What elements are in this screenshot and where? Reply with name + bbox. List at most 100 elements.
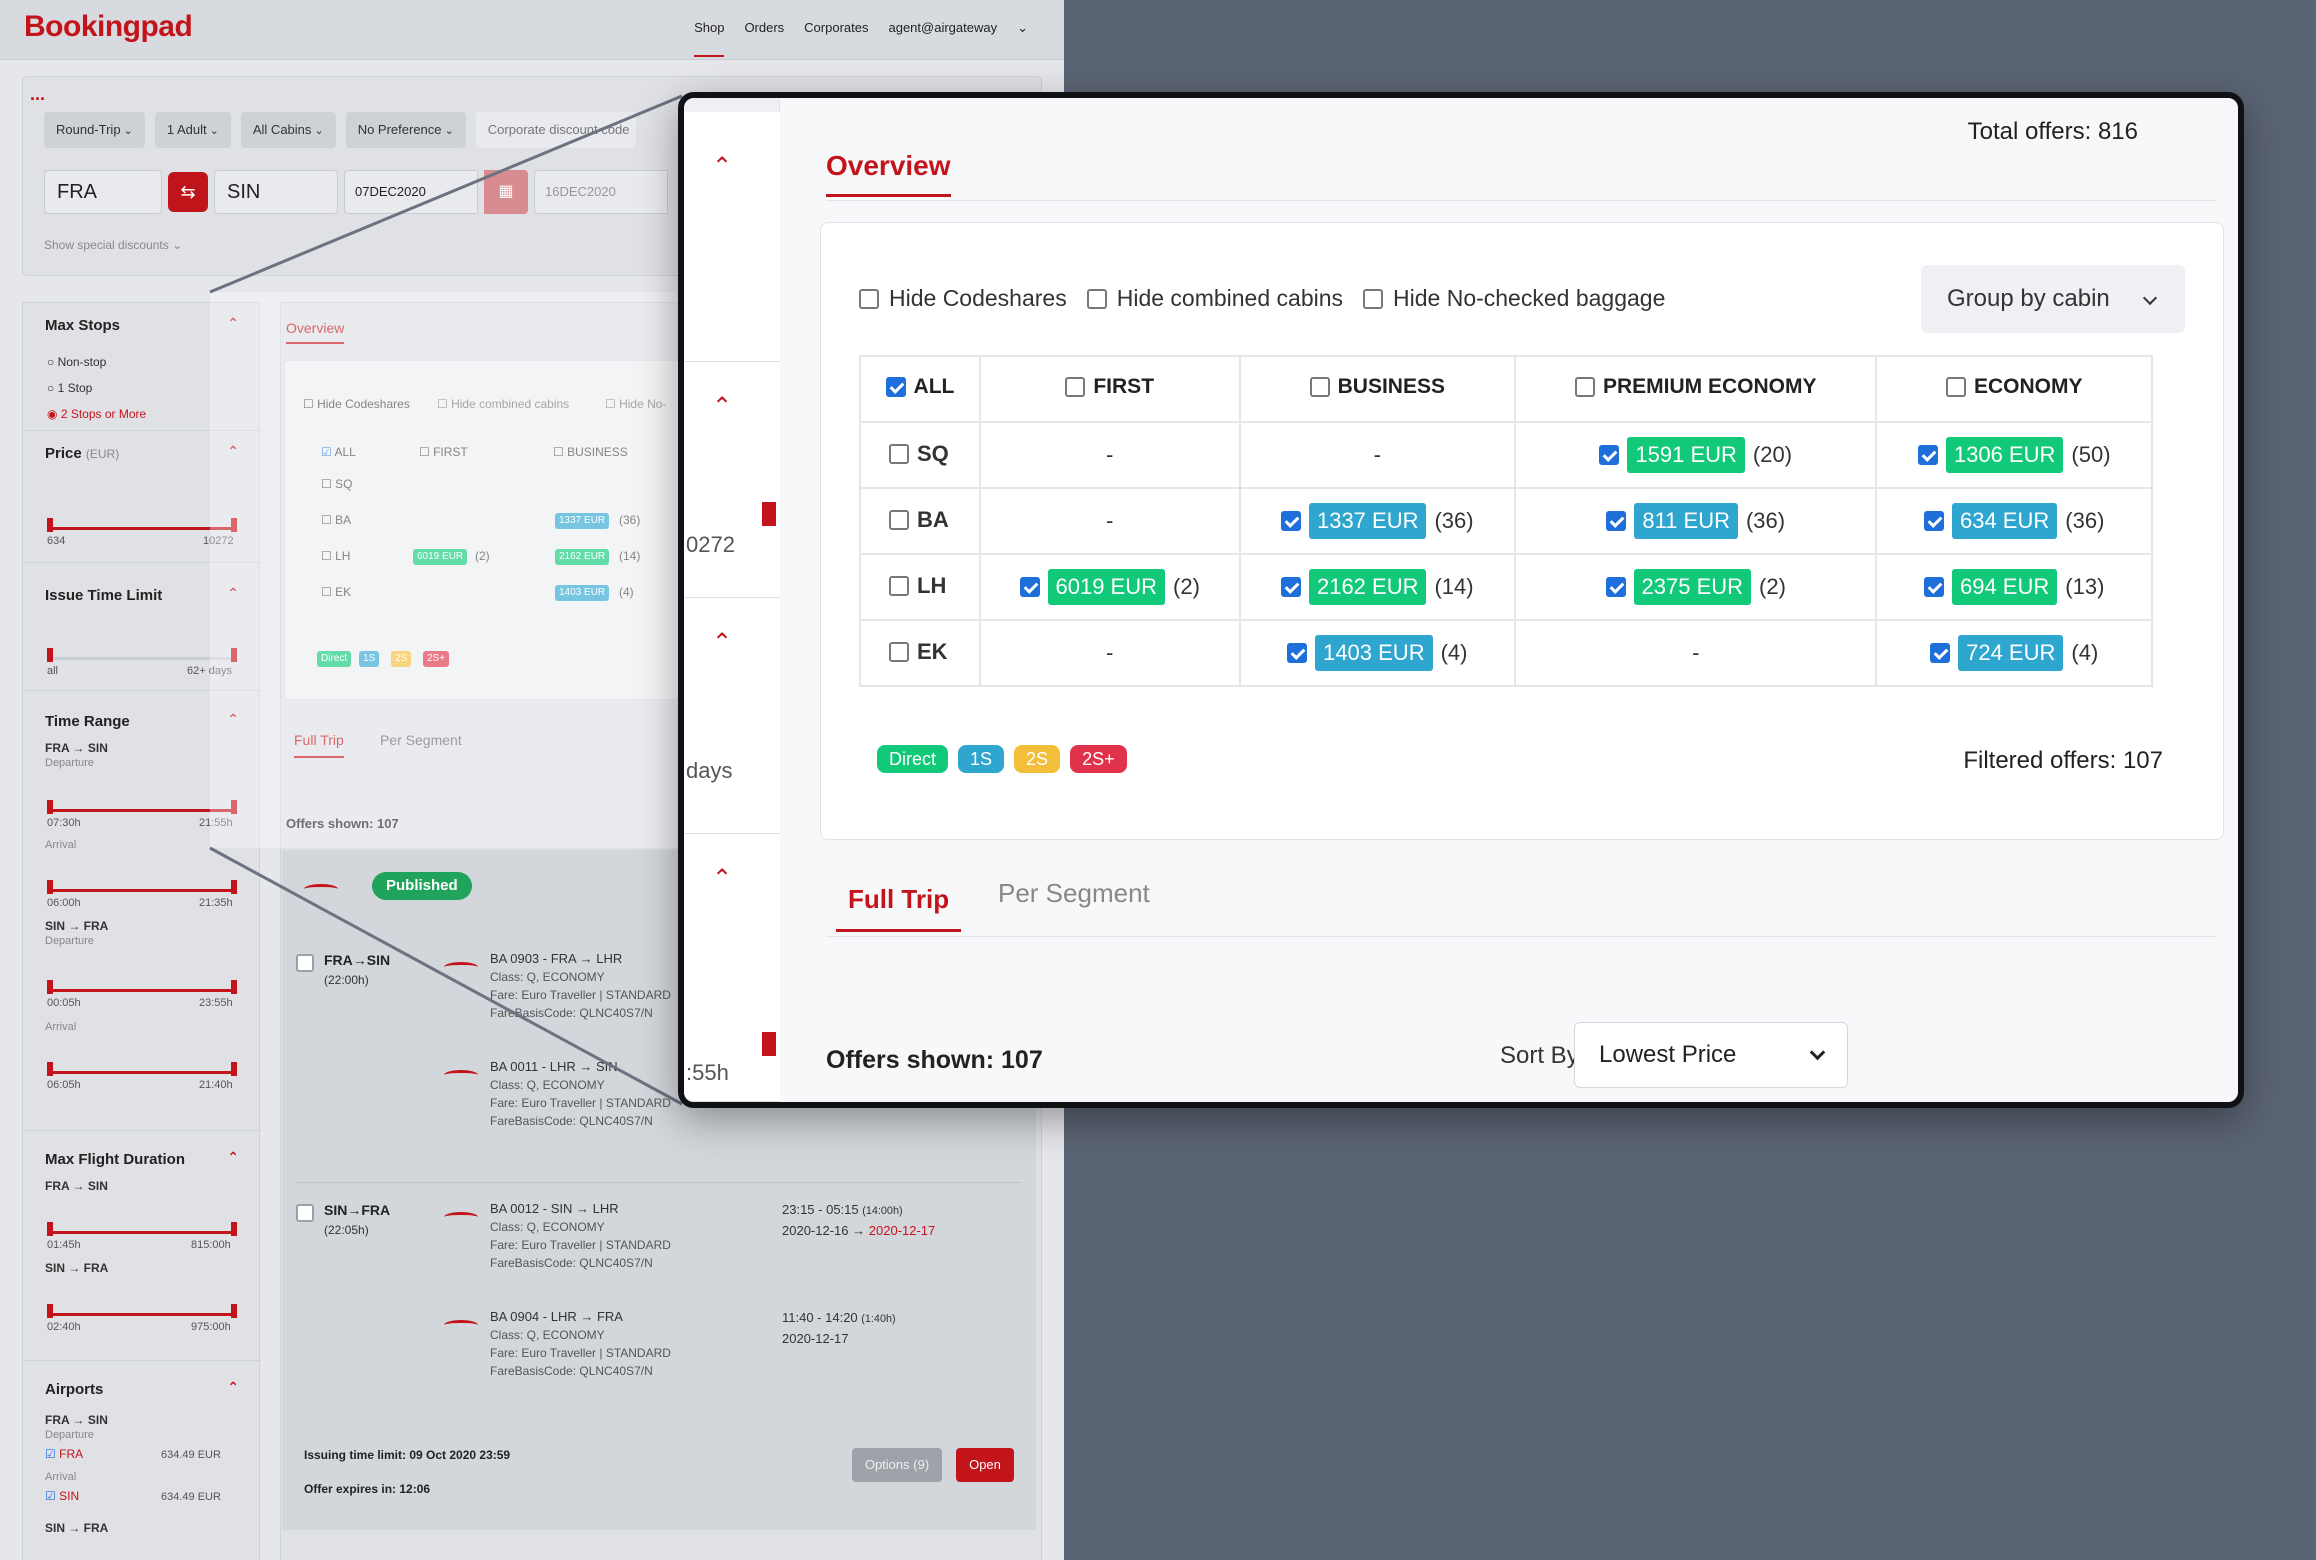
- in-arrival-slider[interactable]: [47, 1062, 237, 1076]
- col-first[interactable]: FIRST: [978, 355, 1241, 423]
- price-badge[interactable]: 811 EUR: [1634, 503, 1738, 539]
- chevron-up-icon[interactable]: ⌃: [227, 1149, 239, 1166]
- preference-select[interactable]: No Preference: [345, 112, 466, 148]
- overview-tab[interactable]: Overview: [826, 150, 951, 197]
- calendar-icon[interactable]: ▦: [484, 170, 528, 214]
- out-departure-slider[interactable]: [47, 800, 237, 814]
- price-cell[interactable]: 1591 EUR (20): [1514, 421, 1878, 489]
- col-business[interactable]: BUSINESS: [1238, 355, 1517, 423]
- origin-input[interactable]: FRA: [44, 170, 162, 214]
- checkbox-icon[interactable]: [1065, 377, 1086, 397]
- mini-tab-per-segment[interactable]: Per Segment: [380, 732, 462, 748]
- brand-logo[interactable]: Bookingpad: [24, 10, 193, 44]
- swap-icon[interactable]: ⇆: [168, 172, 208, 212]
- issue-time-slider[interactable]: [47, 648, 237, 662]
- mini-price-ek-business[interactable]: 1403 EUR: [555, 585, 610, 601]
- col-premium-economy[interactable]: PREMIUM ECONOMY: [1514, 355, 1878, 423]
- destination-input[interactable]: SIN: [214, 170, 338, 214]
- airport-fra-checkbox[interactable]: ☑ FRA: [45, 1447, 83, 1461]
- checkbox-icon[interactable]: [1280, 577, 1301, 597]
- mini-price-ba-business[interactable]: 1337 EUR: [555, 513, 610, 529]
- price-badge[interactable]: 2162 EUR: [1308, 569, 1427, 605]
- depart-date-input[interactable]: 07DEC2020: [344, 170, 478, 214]
- checkbox-icon[interactable]: [1606, 511, 1627, 531]
- mini-row-ba[interactable]: ☐ BA: [321, 513, 351, 527]
- tab-per-segment[interactable]: Per Segment: [998, 880, 1150, 906]
- select-out-leg-checkbox[interactable]: [296, 954, 314, 972]
- mini-hide-codeshares[interactable]: ☐ Hide Codeshares: [303, 397, 410, 411]
- trip-type-select[interactable]: Round-Trip: [44, 112, 145, 148]
- checkbox-icon[interactable]: [1923, 511, 1944, 531]
- price-badge[interactable]: 1306 EUR: [1945, 437, 2064, 473]
- in-departure-slider[interactable]: [47, 980, 237, 994]
- chevron-up-icon[interactable]: ⌃: [227, 443, 239, 460]
- nav-corporates[interactable]: Corporates: [804, 20, 868, 57]
- price-cell[interactable]: 1337 EUR (36): [1238, 487, 1517, 555]
- checkbox-icon[interactable]: [1605, 577, 1626, 597]
- checkbox-icon[interactable]: [1599, 445, 1620, 465]
- hide-combined-cabins-checkbox[interactable]: Hide combined cabins: [1086, 285, 1343, 312]
- options-button[interactable]: Options (9): [852, 1448, 942, 1482]
- mini-hide-combined[interactable]: ☐ Hide combined cabins: [437, 397, 569, 411]
- price-badge[interactable]: 1337 EUR: [1308, 503, 1427, 539]
- row-airline-ek[interactable]: EK: [859, 619, 981, 687]
- chevron-up-icon[interactable]: ⌃: [227, 1379, 239, 1396]
- checkbox-icon[interactable]: [1945, 377, 1966, 397]
- mini-row-ek[interactable]: ☐ EK: [321, 585, 351, 599]
- row-airline-lh[interactable]: LH: [859, 553, 981, 621]
- corporate-code-input[interactable]: Corporate discount code: [475, 112, 636, 148]
- price-cell[interactable]: 694 EUR (13): [1875, 553, 2153, 621]
- chevron-up-icon[interactable]: ⌃: [712, 152, 732, 181]
- hide-codeshares-checkbox[interactable]: Hide Codeshares: [859, 285, 1067, 312]
- passengers-select[interactable]: 1 Adult: [154, 112, 231, 148]
- sort-select[interactable]: Lowest Price: [1574, 1022, 1848, 1088]
- checkbox-icon[interactable]: [1086, 288, 1107, 309]
- chevron-up-icon[interactable]: ⌃: [227, 711, 239, 728]
- price-cell[interactable]: 1403 EUR (4): [1238, 619, 1517, 687]
- checkbox-icon[interactable]: [1923, 577, 1944, 597]
- price-cell[interactable]: 1306 EUR (50): [1875, 421, 2153, 489]
- stops-option-1[interactable]: ○ 1 Stop: [47, 381, 92, 395]
- price-badge[interactable]: 724 EUR: [1958, 635, 2064, 671]
- chevron-up-icon[interactable]: ⌃: [712, 628, 732, 657]
- checkbox-icon[interactable]: [1309, 377, 1330, 397]
- price-cell[interactable]: 2162 EUR (14): [1238, 553, 1517, 621]
- checkbox-icon[interactable]: [1019, 577, 1040, 597]
- group-by-dropdown[interactable]: Group by cabin: [1921, 265, 2185, 333]
- nav-account[interactable]: agent@airgateway: [888, 20, 997, 57]
- hide-no-checked-baggage-checkbox[interactable]: Hide No-checked baggage: [1363, 285, 1665, 312]
- stops-option-nonstop[interactable]: ○ Non-stop: [47, 355, 106, 369]
- checkbox-icon[interactable]: [889, 443, 909, 464]
- price-badge[interactable]: 694 EUR: [1951, 569, 2058, 605]
- out-arrival-slider[interactable]: [47, 880, 237, 894]
- select-in-leg-checkbox[interactable]: [296, 1204, 314, 1222]
- checkbox-icon[interactable]: [1287, 643, 1308, 663]
- price-slider[interactable]: [47, 518, 237, 532]
- price-cell[interactable]: 634 EUR (36): [1875, 487, 2153, 555]
- slider-handle[interactable]: [762, 502, 776, 526]
- out-duration-slider[interactable]: [47, 1222, 237, 1236]
- price-badge[interactable]: 1403 EUR: [1315, 635, 1433, 671]
- price-badge[interactable]: 2375 EUR: [1633, 569, 1752, 605]
- checkbox-icon[interactable]: [1930, 643, 1951, 663]
- mini-hide-baggage[interactable]: ☐ Hide No-: [605, 397, 666, 411]
- mini-row-sq[interactable]: ☐ SQ: [321, 477, 352, 491]
- slider-handle[interactable]: [762, 1032, 776, 1056]
- mini-overview-tab[interactable]: Overview: [286, 320, 345, 344]
- price-badge[interactable]: 1591 EUR: [1627, 437, 1745, 473]
- checkbox-icon[interactable]: [1280, 511, 1301, 531]
- col-all[interactable]: ALL: [859, 355, 981, 423]
- checkbox-icon[interactable]: [889, 575, 909, 596]
- checkbox-icon[interactable]: [1574, 377, 1595, 397]
- row-airline-ba[interactable]: BA: [859, 487, 981, 555]
- chevron-up-icon[interactable]: ⌃: [712, 392, 732, 421]
- price-cell[interactable]: 811 EUR (36): [1514, 487, 1878, 555]
- checkbox-icon[interactable]: [889, 509, 909, 530]
- mini-price-lh-business[interactable]: 2162 EUR: [555, 549, 610, 565]
- tab-full-trip[interactable]: Full Trip: [836, 884, 962, 932]
- col-economy[interactable]: ECONOMY: [1875, 355, 2153, 423]
- chevron-up-icon[interactable]: ⌃: [712, 864, 732, 893]
- special-discounts-toggle[interactable]: Show special discounts ⌄: [44, 238, 182, 252]
- price-badge[interactable]: 6019 EUR: [1047, 569, 1166, 605]
- chevron-up-icon[interactable]: ⌃: [227, 585, 239, 602]
